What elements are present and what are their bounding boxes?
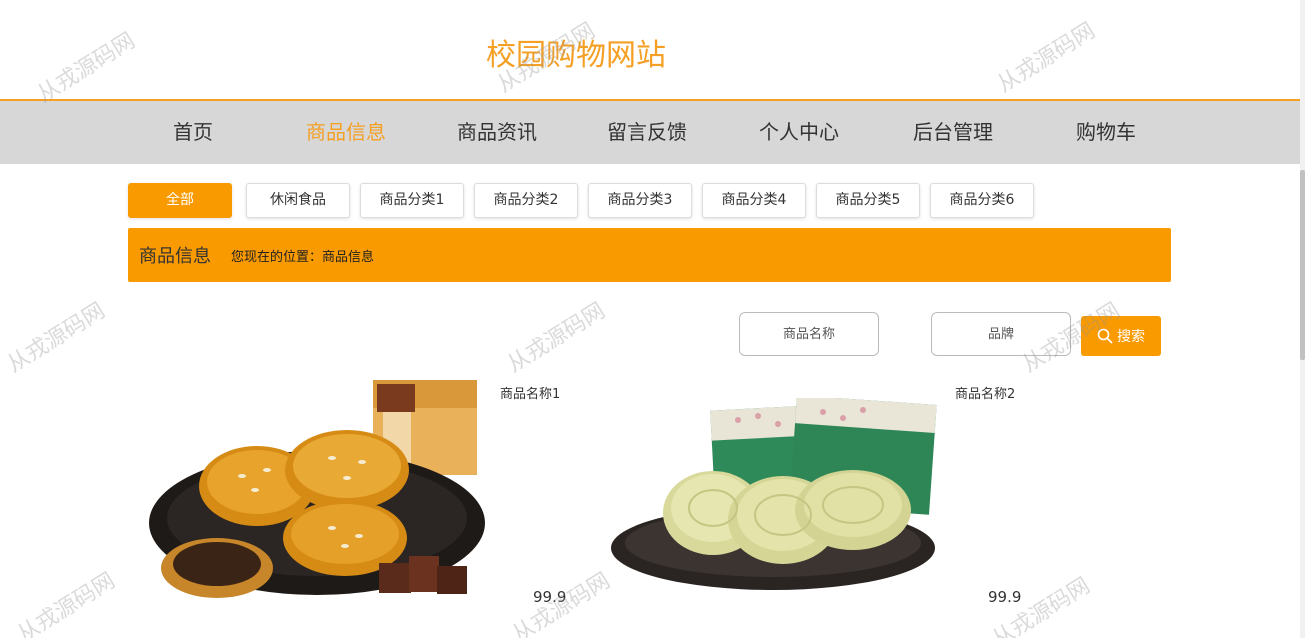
- product-name[interactable]: 商品名称1: [500, 383, 560, 402]
- product-image[interactable]: [608, 398, 938, 598]
- category-all[interactable]: 全部: [128, 183, 232, 218]
- page-scrollbar[interactable]: [1300, 0, 1305, 638]
- category-snacks[interactable]: 休闲食品: [246, 183, 350, 218]
- search-button[interactable]: 搜索: [1081, 316, 1161, 356]
- product-price: 99.9: [988, 588, 1022, 606]
- brand-search-input[interactable]: [931, 312, 1071, 356]
- category-1[interactable]: 商品分类1: [360, 183, 464, 218]
- nav-news[interactable]: 商品资讯: [437, 101, 557, 164]
- nav-products[interactable]: 商品信息: [286, 101, 406, 164]
- site-title: 校园购物网站: [486, 38, 666, 73]
- nav-profile[interactable]: 个人中心: [739, 101, 859, 164]
- product-name-search-input[interactable]: [739, 312, 879, 356]
- site-header: 校园购物网站: [0, 0, 1300, 101]
- breadcrumb-path: 您现在的位置：商品信息: [231, 250, 375, 265]
- breadcrumb-title: 商品信息: [139, 246, 211, 267]
- category-3[interactable]: 商品分类3: [588, 183, 692, 218]
- breadcrumb: 商品信息 您现在的位置：商品信息: [128, 228, 1171, 282]
- main-nav: 首页 商品信息 商品资讯 留言反馈 个人中心 后台管理 购物车: [0, 101, 1300, 164]
- watermark: 从戎源码网: [3, 298, 110, 378]
- category-4[interactable]: 商品分类4: [702, 183, 806, 218]
- product-price: 99.9: [533, 588, 567, 606]
- nav-home[interactable]: 首页: [133, 101, 253, 164]
- category-2[interactable]: 商品分类2: [474, 183, 578, 218]
- search-icon: [1097, 328, 1113, 344]
- nav-cart[interactable]: 购物车: [1046, 101, 1166, 164]
- watermark: 从戎源码网: [503, 298, 610, 378]
- product-image[interactable]: [147, 378, 487, 603]
- nav-admin[interactable]: 后台管理: [893, 101, 1013, 164]
- search-button-label: 搜索: [1117, 329, 1145, 345]
- category-5[interactable]: 商品分类5: [816, 183, 920, 218]
- nav-feedback[interactable]: 留言反馈: [587, 101, 707, 164]
- watermark: 从戎源码网: [13, 568, 120, 638]
- category-6[interactable]: 商品分类6: [930, 183, 1034, 218]
- scrollbar-thumb[interactable]: [1300, 170, 1305, 360]
- product-name[interactable]: 商品名称2: [955, 383, 1015, 402]
